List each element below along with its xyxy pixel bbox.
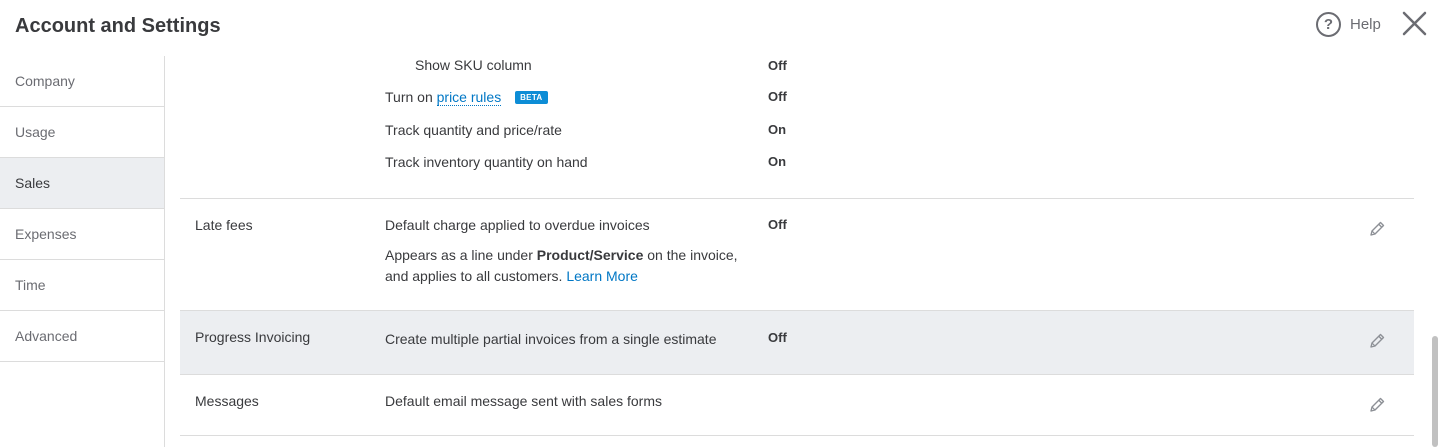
sidebar-item-time[interactable]: Time <box>0 260 164 311</box>
late-fees-note-line2: and applies to all customers. Learn More <box>385 268 638 284</box>
late-fees-value: Off <box>768 217 787 232</box>
late-fees-note: Appears as a line under Product/Service … <box>385 245 738 287</box>
track-inventory-value: On <box>768 154 787 169</box>
show-sku-label: Show SKU column <box>415 57 532 73</box>
late-fees-section[interactable]: Late fees Default charge applied to over… <box>180 198 1414 310</box>
pencil-icon <box>1370 333 1385 348</box>
progress-invoicing-setting: Create multiple partial invoices from a … <box>385 331 717 347</box>
price-rules-label: Turn on price rules BETA <box>385 89 548 106</box>
settings-content: Show SKU column Off Turn on price rules … <box>180 0 1414 447</box>
sidebar-item-advanced[interactable]: Advanced <box>0 311 164 362</box>
progress-invoicing-value: Off <box>768 330 787 345</box>
show-sku-value: Off <box>768 58 787 73</box>
sidebar-item-sales[interactable]: Sales <box>0 158 164 209</box>
track-quantity-value: On <box>768 122 787 137</box>
messages-section[interactable]: Messages Default email message sent with… <box>180 374 1414 436</box>
late-fees-note-line1: Appears as a line under Product/Service … <box>385 247 738 263</box>
track-inventory-label: Track inventory quantity on hand <box>385 154 588 170</box>
pencil-icon <box>1370 221 1385 236</box>
messages-setting: Default email message sent with sales fo… <box>385 393 662 409</box>
sidebar-item-expenses[interactable]: Expenses <box>0 209 164 260</box>
late-fees-setting: Default charge applied to overdue invoic… <box>385 217 650 233</box>
beta-badge: BETA <box>515 91 548 104</box>
late-fees-edit-button[interactable] <box>1367 219 1387 239</box>
price-rules-value: Off <box>768 89 787 104</box>
progress-invoicing-label: Progress Invoicing <box>195 329 311 345</box>
price-rules-prefix: Turn on <box>385 89 433 105</box>
progress-invoicing-section[interactable]: Progress Invoicing Create multiple parti… <box>180 310 1414 374</box>
product-service-bold: Product/Service <box>536 247 644 263</box>
pencil-icon <box>1370 397 1385 412</box>
progress-invoicing-edit-button[interactable] <box>1367 331 1387 351</box>
messages-edit-button[interactable] <box>1367 395 1387 415</box>
price-rules-link[interactable]: price rules <box>436 89 502 106</box>
sidebar-item-company[interactable]: Company <box>0 56 164 107</box>
late-fees-label: Late fees <box>195 217 253 233</box>
track-quantity-label: Track quantity and price/rate <box>385 122 562 138</box>
messages-label: Messages <box>195 393 259 409</box>
sidebar-item-usage[interactable]: Usage <box>0 107 164 158</box>
content-scrollbar[interactable] <box>1432 336 1438 447</box>
learn-more-link[interactable]: Learn More <box>566 268 638 284</box>
settings-sidebar: Company Usage Sales Expenses Time Advanc… <box>0 56 165 447</box>
products-services-section: Show SKU column Off Turn on price rules … <box>180 0 1414 198</box>
